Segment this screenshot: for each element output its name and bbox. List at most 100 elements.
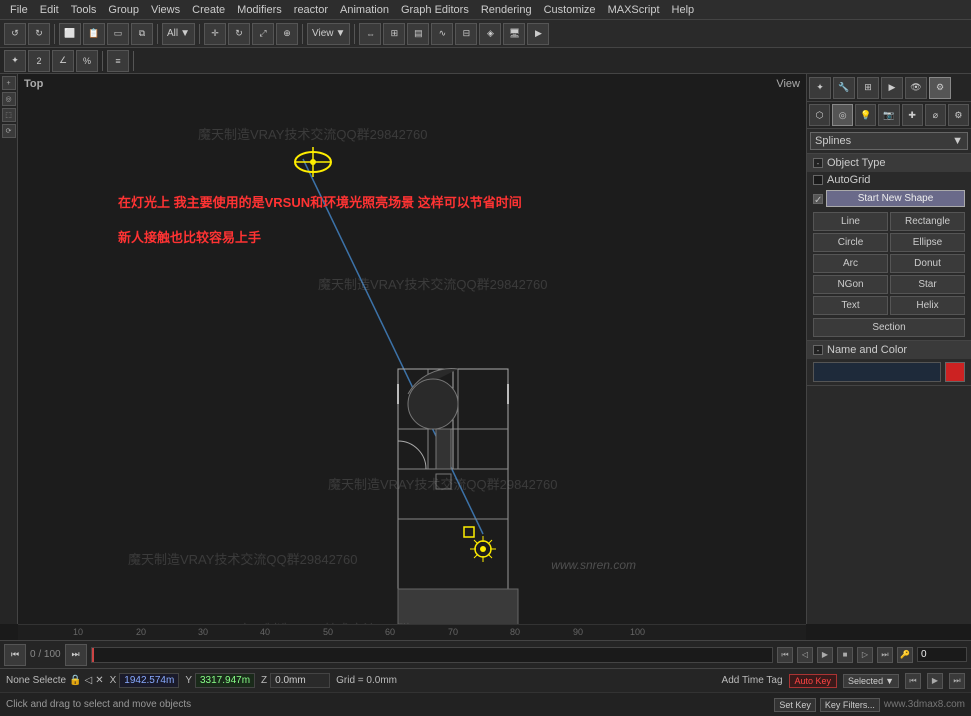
material-editor-button[interactable]: ◈ bbox=[479, 23, 501, 45]
curve-editor-button[interactable]: ∿ bbox=[431, 23, 453, 45]
x-value[interactable]: 1942.574m bbox=[119, 673, 179, 688]
color-swatch[interactable] bbox=[945, 362, 965, 382]
stop-button[interactable]: ■ bbox=[837, 647, 853, 663]
filter-dropdown[interactable]: All ▼ bbox=[162, 23, 195, 45]
window-crossing-button[interactable]: ⧉ bbox=[131, 23, 153, 45]
viewport[interactable]: Top View bbox=[18, 74, 806, 624]
shape-star[interactable]: Star bbox=[890, 275, 965, 294]
shape-circle[interactable]: Circle bbox=[813, 233, 888, 252]
next-key-button[interactable]: ▷ bbox=[857, 647, 873, 663]
key-mode-button[interactable]: 🔑 bbox=[897, 647, 913, 663]
named-sets[interactable]: ≡ bbox=[107, 50, 129, 72]
prev-frame-button[interactable]: ⏮ bbox=[4, 644, 26, 666]
menu-create[interactable]: Create bbox=[186, 0, 231, 19]
snap-2d[interactable]: 2 bbox=[28, 50, 50, 72]
menu-views[interactable]: Views bbox=[145, 0, 186, 19]
snap-percent[interactable]: % bbox=[76, 50, 98, 72]
move-button[interactable]: ✛ bbox=[204, 23, 226, 45]
menu-graph-editors[interactable]: Graph Editors bbox=[395, 0, 475, 19]
shape-donut[interactable]: Donut bbox=[890, 254, 965, 273]
go-end-button[interactable]: ⏭ bbox=[877, 647, 893, 663]
left-tool-3[interactable]: ⬚ bbox=[2, 108, 16, 122]
select-region-button[interactable]: ▭ bbox=[107, 23, 129, 45]
left-tool-4[interactable]: ⟳ bbox=[2, 124, 16, 138]
subtab-cameras[interactable]: 📷 bbox=[878, 104, 899, 126]
name-color-header[interactable]: - Name and Color bbox=[807, 341, 971, 359]
subtab-systems[interactable]: ⚙ bbox=[948, 104, 969, 126]
align-button[interactable]: ⊞ bbox=[383, 23, 405, 45]
z-value[interactable]: 0.0mm bbox=[270, 673, 330, 688]
left-tool-1[interactable]: + bbox=[2, 76, 16, 90]
object-type-header[interactable]: - Object Type bbox=[807, 154, 971, 172]
watermark-4: 魔天制造VRAY技术交流QQ群29842760 bbox=[128, 549, 358, 568]
menu-file[interactable]: File bbox=[4, 0, 34, 19]
shape-ellipse[interactable]: Ellipse bbox=[890, 233, 965, 252]
undo-button[interactable]: ↺ bbox=[4, 23, 26, 45]
name-input-field[interactable] bbox=[813, 362, 941, 382]
playback-play-btn[interactable]: ▶ bbox=[927, 673, 943, 689]
start-new-shape-checkbox[interactable]: ✓ bbox=[813, 194, 823, 204]
tab-hierarchy[interactable]: ⊞ bbox=[857, 77, 879, 99]
snap-angle[interactable]: ∠ bbox=[52, 50, 74, 72]
tab-modify[interactable]: 🔧 bbox=[833, 77, 855, 99]
select-rotate-button[interactable]: ⊕ bbox=[276, 23, 298, 45]
quick-render-button[interactable]: ▶ bbox=[527, 23, 549, 45]
menu-animation[interactable]: Animation bbox=[334, 0, 395, 19]
shape-ngon[interactable]: NGon bbox=[813, 275, 888, 294]
tab-motion[interactable]: ▶ bbox=[881, 77, 903, 99]
prev-key-button[interactable]: ◁ bbox=[797, 647, 813, 663]
next-frame-button[interactable]: ⏭ bbox=[65, 644, 87, 666]
menu-group[interactable]: Group bbox=[102, 0, 145, 19]
rotate-button[interactable]: ↻ bbox=[228, 23, 250, 45]
shape-rectangle[interactable]: Rectangle bbox=[890, 212, 965, 231]
subtab-helpers[interactable]: ✚ bbox=[902, 104, 923, 126]
collapse-btn[interactable]: - bbox=[813, 158, 823, 168]
view-dropdown[interactable]: View ▼ bbox=[307, 23, 350, 45]
playback-prev-btn[interactable]: ⏮ bbox=[905, 673, 921, 689]
subtab-geometry[interactable]: ⬡ bbox=[809, 104, 830, 126]
menu-rendering[interactable]: Rendering bbox=[475, 0, 538, 19]
select-by-name-button[interactable]: 📋 bbox=[83, 23, 105, 45]
playback-next-btn[interactable]: ⏭ bbox=[949, 673, 965, 689]
menu-maxscript[interactable]: MAXScript bbox=[602, 0, 666, 19]
scale-button[interactable]: ⤢ bbox=[252, 23, 274, 45]
sun-light-object[interactable] bbox=[288, 142, 338, 185]
schematic-view-button[interactable]: ⊟ bbox=[455, 23, 477, 45]
selected-dropdown[interactable]: Selected ▼ bbox=[843, 674, 899, 688]
layer-button[interactable]: ▤ bbox=[407, 23, 429, 45]
y-value[interactable]: 3317.947m bbox=[195, 673, 255, 688]
menu-modifiers[interactable]: Modifiers bbox=[231, 0, 288, 19]
redo-button[interactable]: ↻ bbox=[28, 23, 50, 45]
shape-arc[interactable]: Arc bbox=[813, 254, 888, 273]
menu-help[interactable]: Help bbox=[666, 0, 701, 19]
start-new-shape-button[interactable]: Start New Shape bbox=[826, 190, 965, 207]
tab-display[interactable]: 👁 bbox=[905, 77, 927, 99]
frame-counter[interactable]: 0 bbox=[917, 647, 967, 662]
render-scene-button[interactable]: 🖥 bbox=[503, 23, 525, 45]
shape-line[interactable]: Line bbox=[813, 212, 888, 231]
shape-text[interactable]: Text bbox=[813, 296, 888, 315]
tab-utilities[interactable]: ⚙ bbox=[929, 77, 951, 99]
subtab-lights[interactable]: 💡 bbox=[855, 104, 876, 126]
shape-helix[interactable]: Helix bbox=[890, 296, 965, 315]
go-start-button[interactable]: ⏮ bbox=[777, 647, 793, 663]
menu-tools[interactable]: Tools bbox=[65, 0, 103, 19]
subtab-shapes[interactable]: ◎ bbox=[832, 104, 853, 126]
menu-reactor[interactable]: reactor bbox=[288, 0, 334, 19]
menu-customize[interactable]: Customize bbox=[538, 0, 602, 19]
play-button[interactable]: ▶ bbox=[817, 647, 833, 663]
yellow-box[interactable] bbox=[463, 526, 475, 541]
snap-toggle[interactable]: ✦ bbox=[4, 50, 26, 72]
name-color-collapse[interactable]: - bbox=[813, 345, 823, 355]
menu-edit[interactable]: Edit bbox=[34, 0, 65, 19]
section-button[interactable]: Section bbox=[813, 318, 965, 337]
autogrid-checkbox[interactable] bbox=[813, 175, 823, 185]
mirror-button[interactable]: ⇔ bbox=[359, 23, 381, 45]
left-tool-2[interactable]: ◎ bbox=[2, 92, 16, 106]
timeline-track[interactable] bbox=[91, 647, 773, 663]
auto-key-label[interactable]: Auto Key bbox=[789, 674, 838, 688]
subtab-spacewarps[interactable]: ⌀ bbox=[925, 104, 946, 126]
tab-create[interactable]: ✦ bbox=[809, 77, 831, 99]
select-object-button[interactable]: ⬜ bbox=[59, 23, 81, 45]
splines-dropdown[interactable]: Splines ▼ bbox=[810, 132, 968, 150]
